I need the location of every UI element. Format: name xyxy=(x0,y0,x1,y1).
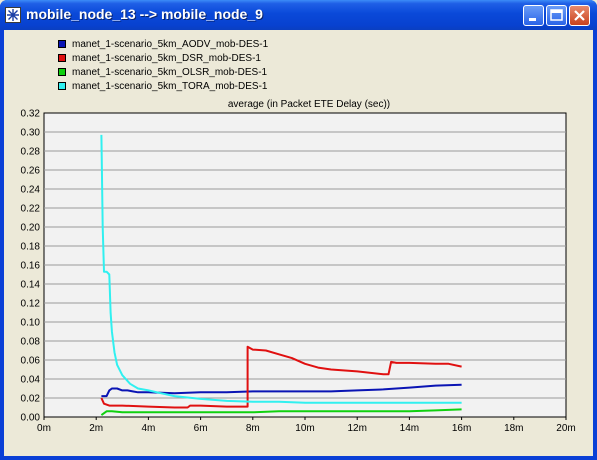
y-tick-label: 0.28 xyxy=(21,147,41,158)
y-tick-label: 0.24 xyxy=(21,185,41,196)
y-tick-label: 0.16 xyxy=(21,261,41,272)
application-icon[interactable] xyxy=(5,7,21,23)
y-tick-label: 0.22 xyxy=(21,204,41,215)
maximize-button[interactable] xyxy=(546,5,567,26)
line-chart: 0.00 0.02 0.04 0.06 0.08 0.10 0.12 0.14 0.16 0.18… xyxy=(21,109,576,435)
y-tick-label: 0.10 xyxy=(21,318,41,329)
y-tick-label: 0.30 xyxy=(21,128,41,139)
y-tick-label: 0.18 xyxy=(21,242,41,253)
y-tick-label: 0.20 xyxy=(21,223,41,234)
window-title: mobile_node_13 --> mobile_node_9 xyxy=(26,6,263,22)
x-tick-label: 16m xyxy=(452,423,471,434)
application-icon-glyph xyxy=(7,9,19,21)
y-tick-label: 0.32 xyxy=(21,109,41,120)
x-tick-label: 8m xyxy=(246,423,260,434)
x-tick-label: 20m xyxy=(556,423,575,434)
x-tick-label: 12m xyxy=(347,423,366,434)
x-tick-label: 10m xyxy=(295,423,314,434)
x-tick-label: 14m xyxy=(400,423,419,434)
y-tick-label: 0.02 xyxy=(21,394,41,405)
close-button[interactable] xyxy=(569,5,590,26)
y-tick-label: 0.26 xyxy=(21,166,41,177)
maximize-icon xyxy=(550,9,563,21)
app-window: mobile_node_13 --> mobile_node_9 manet_1… xyxy=(0,0,597,460)
title-bar[interactable]: mobile_node_13 --> mobile_node_9 xyxy=(0,0,597,30)
x-tick-label: 18m xyxy=(504,423,523,434)
minimize-icon xyxy=(529,18,536,21)
y-tick-label: 0.12 xyxy=(21,299,41,310)
y-tick-label: 0.04 xyxy=(21,375,41,386)
minimize-button[interactable] xyxy=(523,5,544,26)
close-icon xyxy=(574,10,585,21)
x-tick-label: 2m xyxy=(89,423,103,434)
x-tick-label: 0m xyxy=(37,423,51,434)
x-tick-label: 4m xyxy=(141,423,155,434)
y-tick-label: 0.06 xyxy=(21,356,41,367)
chart-panel: manet_1-scenario_5km_AODV_mob-DES-1 mane… xyxy=(4,30,593,456)
y-tick-label: 0.08 xyxy=(21,337,41,348)
y-tick-label: 0.14 xyxy=(21,280,41,291)
y-tick-label: 0.00 xyxy=(21,413,41,424)
x-tick-label: 6m xyxy=(194,423,208,434)
